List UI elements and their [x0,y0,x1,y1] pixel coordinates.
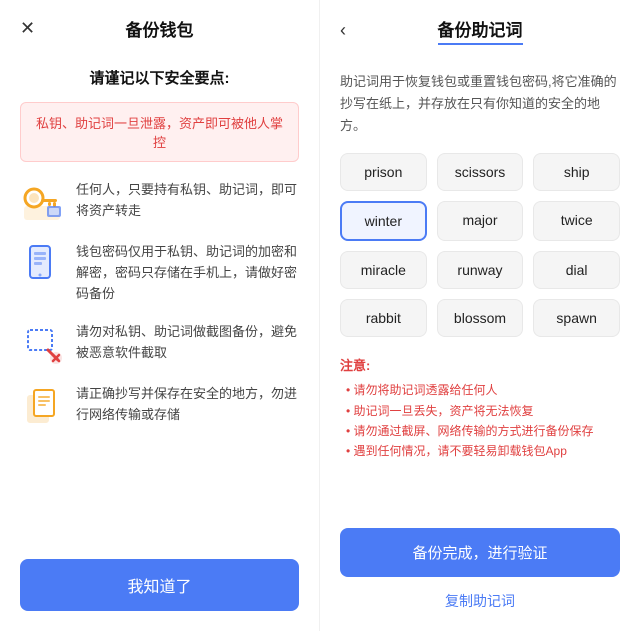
backup-verify-button[interactable]: 备份完成，进行验证 [340,528,620,577]
left-header: ✕ 备份钱包 [0,0,319,57]
word-chip-2: ship [533,153,620,191]
notice-title: 注意: [340,355,620,374]
notice-item-1: • 助记词一旦丢失，资产将无法恢复 [340,401,620,421]
notice-item-3: • 遇到任何情况，请不要轻易卸载钱包App [340,441,620,461]
screenshot-icon [20,322,64,366]
word-chip-6: miracle [340,251,427,289]
right-panel: ‹ 备份助记词 助记词用于恢复钱包或重置钱包密码,将它准确的抄写在纸上，并存放在… [320,0,640,631]
left-panel: ✕ 备份钱包 请谨记以下安全要点: 私钥、助记词一旦泄露，资产即可被他人掌控 [0,0,320,631]
safety-item-2: 钱包密码仅用于私钥、助记词的加密和解密，密码只存储在手机上，请做好密码备份 [20,242,299,304]
warning-banner: 私钥、助记词一旦泄露，资产即可被他人掌控 [20,102,299,162]
notice-section: 注意: • 请勿将助记词透露给任何人• 助记词一旦丢失，资产将无法恢复• 请勿通… [340,355,620,462]
safety-text-3: 请勿对私钥、助记词做截图备份，避免被恶意软件截取 [76,322,299,364]
safety-item-3: 请勿对私钥、助记词做截图备份，避免被恶意软件截取 [20,322,299,366]
word-chip-9: rabbit [340,299,427,337]
key-icon [20,180,64,224]
phone-lock-icon [20,242,64,286]
close-button[interactable]: ✕ [20,18,35,39]
mnemonic-description: 助记词用于恢复钱包或重置钱包密码,将它准确的抄写在纸上，并存放在只有你知道的安全… [340,71,620,137]
safety-item-1: 任何人，只要持有私钥、助记词，即可将资产转走 [20,180,299,224]
confirm-button[interactable]: 我知道了 [20,559,299,611]
word-grid: prison scissorsship wintermajortwice miracl… [340,153,620,337]
word-chip-7: runway [437,251,524,289]
word-chip-1: scissors [437,153,524,191]
word-chip-8: dial [533,251,620,289]
back-button[interactable]: ‹ [340,20,346,41]
notice-item-0: • 请勿将助记词透露给任何人 [340,380,620,400]
word-chip-3: winter [340,201,427,241]
word-chip-11: spawn [533,299,620,337]
safety-text-2: 钱包密码仅用于私钥、助记词的加密和解密，密码只存储在手机上，请做好密码备份 [76,242,299,304]
word-chip-0: prison [340,153,427,191]
notice-item-2: • 请勿通过截屏、网络传输的方式进行备份保存 [340,421,620,441]
safety-text-1: 任何人，只要持有私钥、助记词，即可将资产转走 [76,180,299,222]
left-title: 备份钱包 [126,16,194,41]
right-footer: 备份完成，进行验证 复制助记词 [320,518,640,631]
right-title: 备份助记词 [438,16,523,45]
right-header: ‹ 备份助记词 [320,0,640,61]
copy-icon [20,384,64,428]
word-chip-4: major [437,201,524,241]
left-footer: 我知道了 [0,545,319,631]
copy-mnemonic-button[interactable]: 复制助记词 [340,587,620,615]
safety-title: 请谨记以下安全要点: [20,67,299,88]
word-chip-10: blossom [437,299,524,337]
safety-text-4: 请正确抄写并保存在安全的地方，勿进行网络传输或存储 [76,384,299,426]
safety-item-4: 请正确抄写并保存在安全的地方，勿进行网络传输或存储 [20,384,299,428]
word-chip-5: twice [533,201,620,241]
